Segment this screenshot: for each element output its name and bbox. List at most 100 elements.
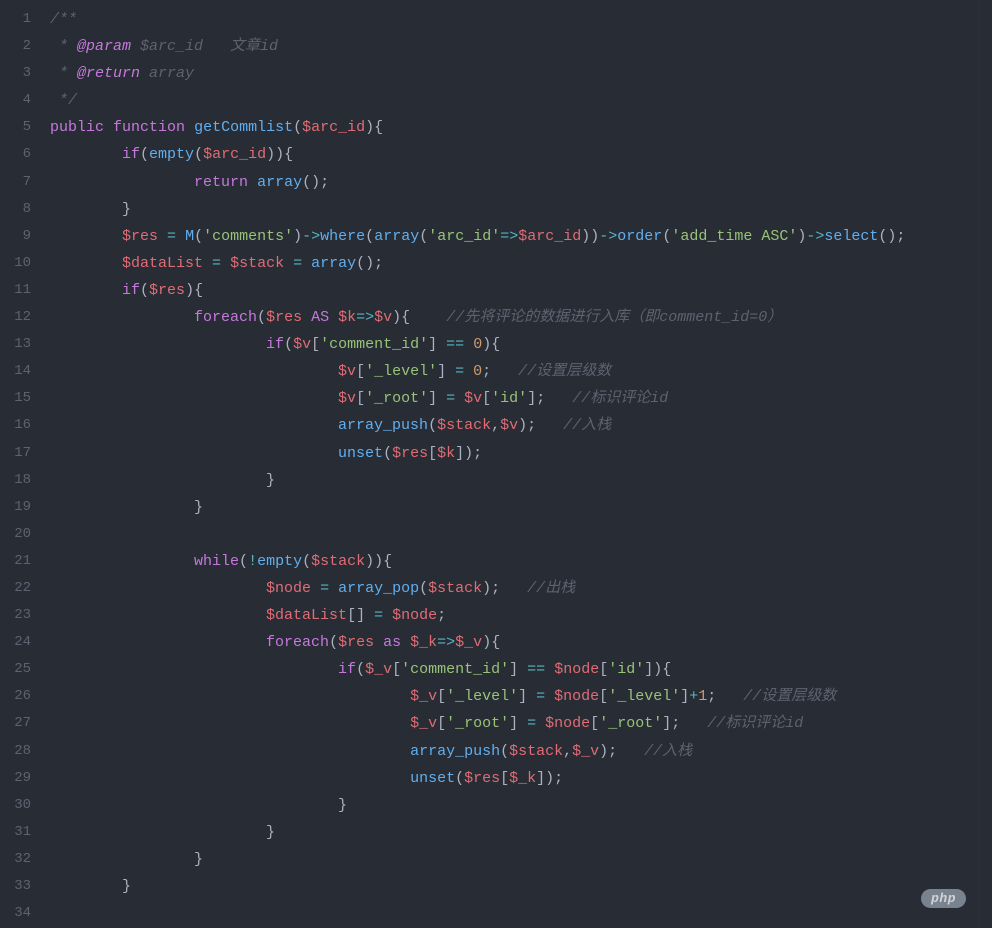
line-number: 26 bbox=[0, 683, 41, 710]
code-token: ; bbox=[482, 363, 518, 380]
code-token: $_v bbox=[572, 743, 599, 760]
code-token: //先将评论的数据进行入库（即comment_id=0） bbox=[446, 309, 782, 326]
code-line[interactable]: $v['_root'] = $v['id']; //标识评论id bbox=[50, 385, 992, 412]
code-token: '_level' bbox=[365, 363, 437, 380]
code-token: ); bbox=[482, 580, 527, 597]
code-line[interactable]: array_push($stack,$_v); //入栈 bbox=[50, 738, 992, 765]
code-token: M bbox=[185, 228, 194, 245]
code-token bbox=[50, 445, 338, 462]
code-line[interactable]: if($res){ bbox=[50, 277, 992, 304]
code-token: ( bbox=[239, 553, 248, 570]
code-token bbox=[50, 607, 266, 624]
code-token: $k bbox=[437, 445, 455, 462]
code-token bbox=[221, 255, 230, 272]
code-line[interactable]: array_push($stack,$v); //入栈 bbox=[50, 412, 992, 439]
code-line[interactable]: } bbox=[50, 494, 992, 521]
code-token bbox=[50, 201, 122, 218]
code-line[interactable]: $_v['_root'] = $node['_root']; //标识评论id bbox=[50, 710, 992, 737]
code-token: $v bbox=[500, 417, 518, 434]
code-line[interactable] bbox=[50, 900, 992, 927]
code-token bbox=[545, 688, 554, 705]
code-token: ! bbox=[248, 553, 257, 570]
code-token bbox=[50, 417, 338, 434]
line-number: 2 bbox=[0, 33, 41, 60]
code-line[interactable]: foreach($res AS $k=>$v){ //先将评论的数据进行入库（即… bbox=[50, 304, 992, 331]
code-line[interactable]: } bbox=[50, 792, 992, 819]
code-token bbox=[50, 282, 122, 299]
code-token: //标识评论id bbox=[707, 715, 803, 732]
code-line[interactable]: return array(); bbox=[50, 169, 992, 196]
code-token: = bbox=[527, 715, 536, 732]
code-line[interactable]: } bbox=[50, 819, 992, 846]
code-token bbox=[248, 174, 257, 191]
code-token: [] bbox=[347, 607, 374, 624]
code-token: = bbox=[320, 580, 329, 597]
code-token: array bbox=[311, 255, 356, 272]
code-token: } bbox=[122, 878, 131, 895]
code-token: //设置层级数 bbox=[518, 363, 611, 380]
code-token: [ bbox=[590, 715, 599, 732]
code-token: [ bbox=[392, 661, 401, 678]
code-token: [ bbox=[356, 390, 365, 407]
code-line[interactable]: } bbox=[50, 873, 992, 900]
code-token bbox=[50, 146, 122, 163]
line-number: 1 bbox=[0, 6, 41, 33]
line-number: 25 bbox=[0, 656, 41, 683]
code-line[interactable]: $res = M('comments')->where(array('arc_i… bbox=[50, 223, 992, 250]
watermark-pill: php bbox=[921, 889, 966, 908]
code-line[interactable]: /** bbox=[50, 6, 992, 33]
line-number: 31 bbox=[0, 819, 41, 846]
code-line[interactable]: unset($res[$k]); bbox=[50, 440, 992, 467]
code-token: order bbox=[617, 228, 662, 245]
code-token: } bbox=[266, 824, 275, 841]
code-token bbox=[50, 878, 122, 895]
code-token: } bbox=[266, 472, 275, 489]
code-token: $stack bbox=[428, 580, 482, 597]
code-token bbox=[374, 634, 383, 651]
code-token bbox=[50, 743, 410, 760]
code-token: array_push bbox=[410, 743, 500, 760]
code-token bbox=[50, 797, 338, 814]
code-line[interactable]: */ bbox=[50, 87, 992, 114]
code-token: getCommlist bbox=[194, 119, 293, 136]
code-line[interactable]: unset($res[$_k]); bbox=[50, 765, 992, 792]
code-token: * bbox=[50, 65, 77, 82]
code-line[interactable]: } bbox=[50, 467, 992, 494]
code-line[interactable]: public function getCommlist($arc_id){ bbox=[50, 114, 992, 141]
code-line[interactable]: while(!empty($stack)){ bbox=[50, 548, 992, 575]
code-line[interactable]: if($_v['comment_id'] == $node['id']){ bbox=[50, 656, 992, 683]
code-token: , bbox=[563, 743, 572, 760]
code-area[interactable]: /** * @param $arc_id 文章id * @return arra… bbox=[42, 0, 992, 928]
code-token bbox=[464, 336, 473, 353]
code-line[interactable]: foreach($res as $_k=>$_v){ bbox=[50, 629, 992, 656]
code-token: $res bbox=[338, 634, 374, 651]
code-token: )) bbox=[581, 228, 599, 245]
code-line[interactable]: $dataList[] = $node; bbox=[50, 602, 992, 629]
code-token: ( bbox=[419, 228, 428, 245]
code-token bbox=[302, 309, 311, 326]
code-line[interactable]: $v['_level'] = 0; //设置层级数 bbox=[50, 358, 992, 385]
code-line[interactable]: $dataList = $stack = array(); bbox=[50, 250, 992, 277]
code-line[interactable]: $_v['_level'] = $node['_level']+1; //设置层… bbox=[50, 683, 992, 710]
code-line[interactable]: if($v['comment_id'] == 0){ bbox=[50, 331, 992, 358]
code-line[interactable]: * @param $arc_id 文章id bbox=[50, 33, 992, 60]
line-number: 34 bbox=[0, 900, 41, 927]
code-line[interactable]: $node = array_pop($stack); //出栈 bbox=[50, 575, 992, 602]
vertical-scrollbar[interactable] bbox=[978, 0, 992, 928]
code-token: $arc_id bbox=[203, 146, 266, 163]
code-token: ] bbox=[509, 715, 527, 732]
code-line[interactable]: } bbox=[50, 196, 992, 223]
code-line[interactable]: if(empty($arc_id)){ bbox=[50, 141, 992, 168]
code-token: $node bbox=[554, 688, 599, 705]
code-token: => bbox=[500, 228, 518, 245]
code-line[interactable]: } bbox=[50, 846, 992, 873]
code-line[interactable] bbox=[50, 521, 992, 548]
code-token: $stack bbox=[509, 743, 563, 760]
code-token bbox=[50, 174, 194, 191]
code-token bbox=[545, 661, 554, 678]
code-token: $dataList bbox=[122, 255, 203, 272]
code-token: $stack bbox=[311, 553, 365, 570]
code-token: $node bbox=[545, 715, 590, 732]
code-line[interactable]: * @return array bbox=[50, 60, 992, 87]
watermark-badge: php bbox=[921, 889, 970, 908]
